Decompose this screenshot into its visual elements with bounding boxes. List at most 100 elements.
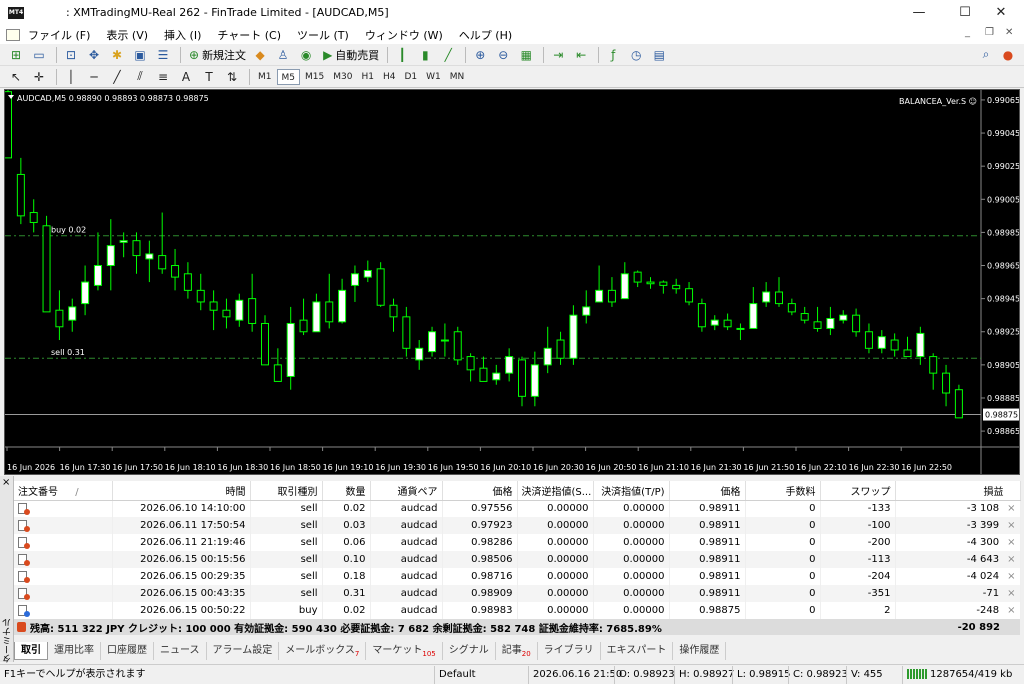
candlestick-chart[interactable]: 0.99065 0.99045 0.99025 0.99005 0.98985 0.989… [5,90,1019,474]
timeframe-m15[interactable]: M15 [301,69,328,85]
tab-9[interactable]: ライブラリ [538,641,601,660]
col-type[interactable]: 取引種別 [250,481,323,501]
signals-icon[interactable]: ◉ [296,46,316,64]
autoscroll-icon[interactable]: ⇤ [571,46,591,64]
tab-0[interactable]: 取引 [14,641,48,660]
channel-icon[interactable]: ⫽ [130,68,150,86]
auto-trading-button[interactable]: ▶ 自動売買 [319,46,383,64]
bar-chart-icon[interactable]: ┃ [392,46,412,64]
timeframe-mn[interactable]: MN [446,69,469,85]
close-order-icon[interactable]: × [1007,588,1015,599]
zoom-in-icon[interactable]: ⊕ [470,46,490,64]
mdi-close-icon[interactable]: ✕ [1005,27,1013,38]
chart-shift-icon[interactable]: ⇥ [548,46,568,64]
col-order-id[interactable]: 注文番号 / [14,481,113,501]
col-current-price[interactable]: 価格 [669,481,746,501]
close-order-icon[interactable]: × [1007,537,1015,548]
tab-4[interactable]: アラーム設定 [207,641,280,660]
mdi-minimize-icon[interactable]: _ [965,27,970,38]
cursor-icon[interactable]: ↖ [6,68,26,86]
periods-icon[interactable]: ◷ [626,46,646,64]
profiles-icon[interactable]: ▭ [29,46,49,64]
close-order-icon[interactable]: × [1007,605,1015,616]
col-swap[interactable]: スワップ [820,481,896,501]
tab-1[interactable]: 運用比率 [48,641,101,660]
timeframe-m1[interactable]: M1 [254,69,276,85]
metaeditor-icon[interactable]: ◆ [250,46,270,64]
horizontal-line-icon[interactable]: ─ [84,68,104,86]
timeframe-h4[interactable]: H4 [379,69,400,85]
close-button[interactable]: ✕ [978,0,1024,25]
line-chart-icon[interactable]: ╱ [438,46,458,64]
tab-8[interactable]: 記事20 [496,641,538,660]
vertical-line-icon[interactable]: │ [61,68,81,86]
col-take-profit[interactable]: 決済指値(T/P) [593,481,670,501]
timeframe-w1[interactable]: W1 [422,69,445,85]
candle-body [196,289,205,303]
timeframe-m5[interactable]: M5 [276,68,300,85]
order-row[interactable]: 2026.06.11 17:50:54 sell 0.03 audcad 0.97923… [14,517,1021,534]
order-row[interactable]: 2026.06.15 00:29:35 sell 0.18 audcad 0.98716… [14,568,1021,585]
data-window-icon[interactable]: ✥ [84,46,104,64]
new-order-button[interactable]: ⊕ 新規注文 [185,46,250,64]
menu-view[interactable]: 表示 (V) [98,27,156,43]
mdi-restore-icon[interactable]: ❐ [985,27,994,38]
order-row[interactable]: 2026.06.11 21:19:46 sell 0.06 audcad 0.98286… [14,534,1021,551]
fibonacci-icon[interactable]: ≡ [153,68,173,86]
timeframe-h1[interactable]: H1 [357,69,378,85]
close-order-icon[interactable]: × [1007,520,1015,531]
price-chart[interactable]: 0.99065 0.99045 0.99025 0.99005 0.98985 0.989… [4,89,1020,475]
order-row[interactable]: 2026.06.15 00:43:35 sell 0.31 audcad 0.98909… [14,585,1021,602]
order-row[interactable]: 2026.06.15 00:15:56 sell 0.10 audcad 0.98506… [14,551,1021,568]
search-icon[interactable]: ⌕ [976,46,996,64]
zoom-out-icon[interactable]: ⊖ [493,46,513,64]
market-watch-icon[interactable]: ⊡ [61,46,81,64]
menu-tools[interactable]: ツール (T) [289,27,357,43]
text-tool-icon[interactable]: A [176,68,196,86]
col-size[interactable]: 数量 [322,481,371,501]
templates-icon[interactable]: ▤ [649,46,669,64]
trendline-icon[interactable]: ╱ [107,68,127,86]
order-open-price: 0.98716 [442,568,518,585]
order-open-price: 0.98286 [442,534,518,551]
terminal-close-icon[interactable]: × [2,477,10,488]
user-icon[interactable]: ♙ [273,46,293,64]
timeframe-m30[interactable]: M30 [329,69,356,85]
close-order-icon[interactable]: × [1007,571,1015,582]
tab-7[interactable]: シグナル [443,641,496,660]
candlestick-icon[interactable]: ▮ [415,46,435,64]
tab-5[interactable]: メールボックス7 [279,641,367,660]
tab-3[interactable]: ニュース [154,641,207,660]
order-row[interactable]: 2026.06.15 00:50:22 buy 0.02 audcad 0.98983 0… [14,602,1021,619]
order-row[interactable]: 2026.06.10 14:10:00 sell 0.02 audcad 0.97556… [14,500,1021,517]
terminal-icon[interactable]: ▣ [130,46,150,64]
navigator-icon[interactable]: ✱ [107,46,127,64]
timeframe-d1[interactable]: D1 [400,69,421,85]
tab-11[interactable]: 操作履歴 [673,641,727,660]
tab-10[interactable]: エキスパート [601,641,674,660]
strategy-tester-icon[interactable]: ☰ [153,46,173,64]
crosshair-icon[interactable]: ✛ [29,68,49,86]
col-time[interactable]: 時間 [112,481,251,501]
col-price[interactable]: 価格 [442,481,518,501]
col-stop-loss[interactable]: 決済逆指値(S... [517,481,594,501]
menu-file[interactable]: ファイル (F) [20,27,98,43]
arrows-icon[interactable]: ⇅ [222,68,242,86]
close-order-icon[interactable]: × [1007,554,1015,565]
new-chart-icon[interactable]: ⊞ [6,46,26,64]
tile-windows-icon[interactable]: ▦ [516,46,536,64]
tab-2[interactable]: 口座履歴 [101,641,154,660]
indicators-icon[interactable]: ƒ [603,46,623,64]
close-order-icon[interactable]: × [1007,503,1015,514]
menu-insert[interactable]: 挿入 (I) [156,27,209,43]
minimize-button[interactable]: — [896,0,942,25]
menu-chart[interactable]: チャート (C) [209,27,289,43]
col-commission[interactable]: 手数料 [745,481,821,501]
tab-6[interactable]: マーケット105 [366,641,443,660]
col-symbol[interactable]: 通貨ペア [370,481,443,501]
menu-window[interactable]: ウィンドウ (W) [357,27,451,43]
col-profit[interactable]: 損益 [895,481,1021,501]
menu-help[interactable]: ヘルプ (H) [451,27,520,43]
text-label-icon[interactable]: T [199,68,219,86]
chat-icon[interactable]: ● [998,46,1018,64]
